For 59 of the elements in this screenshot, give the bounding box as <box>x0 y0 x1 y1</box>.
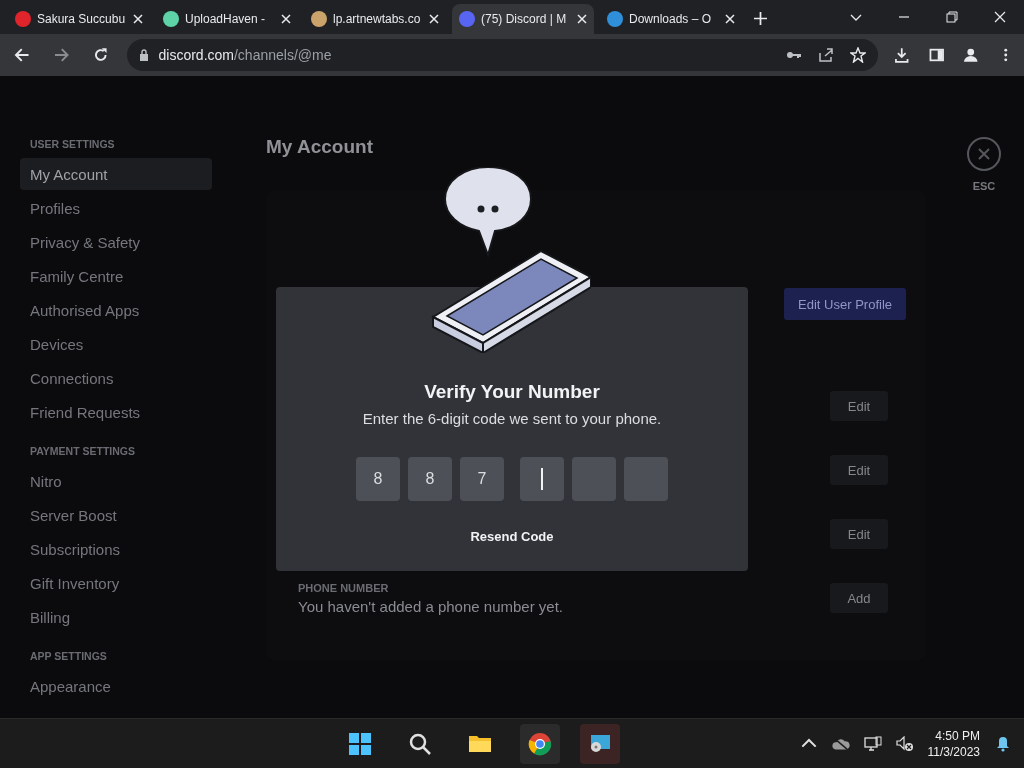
sidebar-item[interactable]: Server Boost <box>20 499 212 531</box>
section-heading: PAYMENT SETTINGS <box>29 445 136 459</box>
clock[interactable]: 4:50 PM 11/3/2023 <box>927 727 980 760</box>
network-icon[interactable] <box>863 735 882 752</box>
edit-button[interactable]: Edit <box>830 391 888 421</box>
edit-profile-button[interactable]: Edit User Profile <box>784 288 906 320</box>
esc-label: ESC <box>972 180 996 192</box>
sidebar-item[interactable]: Authorised Apps <box>20 294 212 326</box>
section-heading: USER SETTINGS <box>29 138 116 152</box>
browser-tab[interactable]: Sakura Succubu <box>8 4 150 34</box>
digit-field[interactable]: 8 <box>408 457 452 501</box>
lock-icon <box>138 49 149 61</box>
field-label: PHONE NUMBER <box>298 581 390 594</box>
resend-code-link[interactable]: Resend Code <box>466 527 558 546</box>
sidebar-item[interactable]: Gift Inventory <box>20 567 212 599</box>
time-text: 4:50 PM <box>935 727 980 744</box>
browser-tab[interactable]: (75) Discord | M <box>452 4 594 34</box>
back-icon[interactable] <box>14 47 30 63</box>
date-text: 11/3/2023 <box>927 743 980 760</box>
forward-icon[interactable] <box>53 47 69 63</box>
reload-icon[interactable] <box>93 47 109 63</box>
field-value: You haven't added a phone number yet. <box>298 597 565 615</box>
new-tab-icon[interactable] <box>754 12 767 25</box>
edit-button[interactable]: Edit <box>830 519 888 549</box>
browser-icon[interactable] <box>519 723 560 764</box>
edit-button[interactable]: Add <box>830 583 888 613</box>
dialog-title: Verify Your Number <box>424 381 600 403</box>
digit-field[interactable]: 7 <box>460 457 504 501</box>
browser-tab[interactable]: Downloads – O <box>600 4 742 34</box>
digit-field[interactable]: 8 <box>356 457 400 501</box>
digit-field[interactable] <box>624 457 668 501</box>
app-icon[interactable] <box>579 723 620 764</box>
sidebar-item[interactable]: Connections <box>20 362 212 394</box>
sidebar-item[interactable]: Subscriptions <box>20 533 212 565</box>
page-title: My Account <box>266 136 374 159</box>
download-icon[interactable] <box>894 47 910 63</box>
sidebar-item[interactable]: Appearance <box>20 670 212 702</box>
sidebar-item[interactable]: My Account <box>20 158 212 190</box>
share-icon[interactable] <box>818 47 834 63</box>
star-icon[interactable] <box>850 47 866 63</box>
digit-field[interactable] <box>572 457 616 501</box>
browser-tab[interactable]: UploadHaven - <box>156 4 298 34</box>
browser-tab[interactable]: lp.artnewtabs.co <box>304 4 446 34</box>
sidebar-item[interactable]: Devices <box>20 328 212 360</box>
restore-icon[interactable] <box>946 11 958 23</box>
edit-button[interactable]: Edit <box>830 455 888 485</box>
dialog-subtitle: Enter the 6-digit code we sent to your phone. <box>362 410 662 427</box>
sidebar-item[interactable]: Nitro <box>20 465 212 497</box>
profile-icon[interactable] <box>963 47 979 63</box>
digit-field[interactable] <box>520 457 564 501</box>
muted-speaker-icon[interactable] <box>895 735 914 752</box>
section-heading: APP SETTINGS <box>29 650 108 664</box>
sidebar-item[interactable]: Profiles <box>20 192 212 224</box>
sidebar-item[interactable]: Friend Requests <box>20 396 212 428</box>
sidebar-item[interactable]: Billing <box>20 601 212 633</box>
address-field[interactable]: discord.com/channels/@me <box>126 39 878 71</box>
side-panel-icon[interactable] <box>928 47 944 63</box>
sidebar-item[interactable]: Family Centre <box>20 260 212 292</box>
sidebar-item[interactable]: Privacy & Safety <box>20 226 212 258</box>
